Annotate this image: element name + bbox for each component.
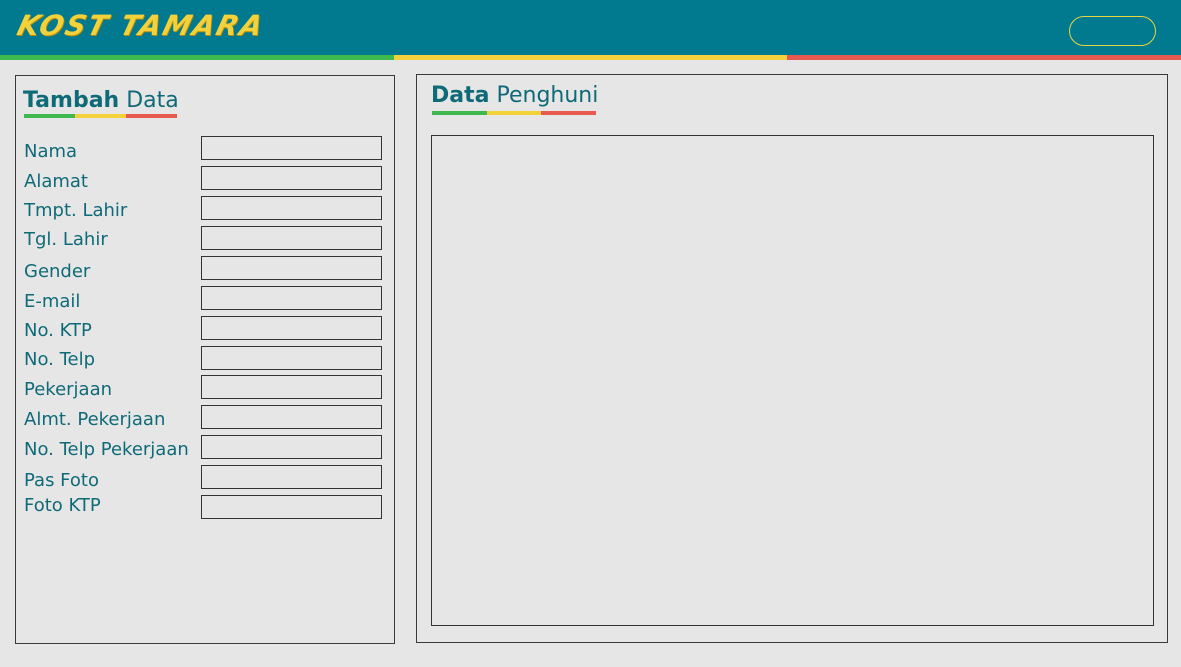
app-header: KOST TAMARA: [0, 0, 1181, 55]
add-data-title: Tambah Data: [23, 88, 179, 113]
header-action-button[interactable]: [1069, 16, 1156, 46]
field-label-tmpt-lahir: Tmpt. Lahir: [24, 200, 128, 221]
tmpt-lahir-input[interactable]: [201, 196, 382, 220]
no-telp-input[interactable]: [201, 346, 382, 370]
penghuni-table[interactable]: [431, 135, 1154, 626]
data-underline-yellow: [487, 111, 541, 115]
data-penghuni-title-rest: Penghuni: [496, 83, 599, 108]
title-underline-red: [126, 114, 177, 118]
no-telp-pekerjaan-input[interactable]: [201, 435, 382, 459]
field-label-nama: Nama: [24, 141, 78, 162]
field-label-pekerjaan: Pekerjaan: [24, 379, 113, 400]
title-underline-green: [24, 114, 75, 118]
almt-pekerjaan-input[interactable]: [201, 405, 382, 429]
foto-ktp-input[interactable]: [201, 495, 382, 519]
no-ktp-input[interactable]: [201, 316, 382, 340]
field-label-no-telp-pekerjaan: No. Telp Pekerjaan: [24, 439, 189, 460]
pekerjaan-input[interactable]: [201, 375, 382, 399]
field-label-no-ktp: No. KTP: [24, 320, 92, 341]
add-data-title-bold: Tambah: [23, 88, 120, 113]
field-label-no-telp: No. Telp: [24, 349, 96, 370]
field-label-email: E-mail: [24, 291, 81, 312]
tgl-lahir-input[interactable]: [201, 226, 382, 250]
field-label-almt-pekerjaan: Almt. Pekerjaan: [24, 409, 166, 430]
field-label-alamat: Alamat: [24, 171, 88, 192]
add-data-title-rest: Data: [126, 88, 179, 113]
app-logo: KOST TAMARA: [13, 9, 269, 42]
field-label-gender: Gender: [24, 261, 91, 282]
data-underline-red: [541, 111, 596, 115]
field-label-foto-ktp: Foto KTP: [24, 495, 101, 516]
email-input[interactable]: [201, 286, 382, 310]
data-penghuni-title: Data Penghuni: [431, 83, 598, 108]
alamat-input[interactable]: [201, 166, 382, 190]
header-stripe-green: [0, 55, 394, 60]
field-label-tgl-lahir: Tgl. Lahir: [24, 229, 108, 250]
add-data-panel: Tambah Data Nama Alamat Tmpt. Lahir Tgl.…: [15, 75, 395, 644]
gender-input[interactable]: [201, 256, 382, 280]
header-stripe-red: [787, 55, 1181, 60]
data-underline-green: [432, 111, 487, 115]
pas-foto-input[interactable]: [201, 465, 382, 489]
field-label-pas-foto: Pas Foto: [24, 470, 99, 491]
data-penghuni-panel: Data Penghuni: [416, 74, 1168, 643]
data-penghuni-title-bold: Data: [431, 83, 490, 108]
header-stripe-yellow: [394, 55, 787, 60]
title-underline-yellow: [75, 114, 126, 118]
nama-input[interactable]: [201, 136, 382, 160]
